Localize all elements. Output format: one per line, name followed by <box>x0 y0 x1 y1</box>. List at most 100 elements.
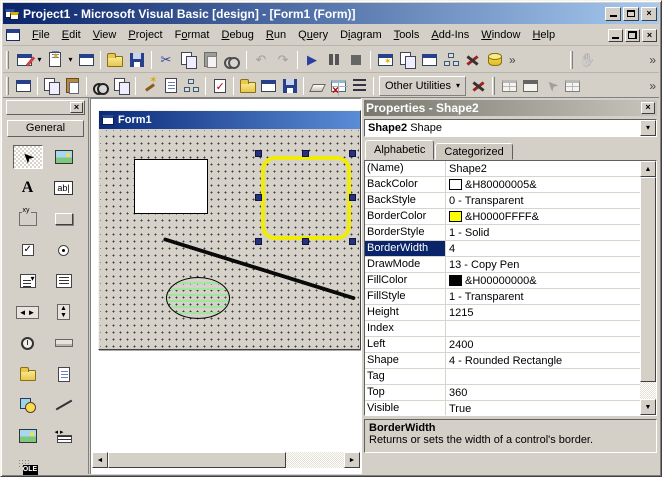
menu-query[interactable]: Query <box>292 26 334 44</box>
menu-debug[interactable]: Debug <box>215 26 259 44</box>
data-view-button[interactable] <box>484 49 506 71</box>
toolbar-grip[interactable] <box>6 77 9 95</box>
form-layout-button[interactable] <box>418 49 440 71</box>
add-form-dropdown[interactable]: ▾ <box>66 49 75 71</box>
tool-commandbutton[interactable] <box>49 207 79 231</box>
tool-vscrollbar[interactable]: ▲▼ <box>49 300 79 324</box>
hscroll-track[interactable] <box>286 452 344 468</box>
mdi-restore-button[interactable] <box>625 29 640 42</box>
tool-image[interactable] <box>13 424 43 448</box>
tool-shape[interactable] <box>13 393 43 417</box>
save-project-button[interactable] <box>126 49 148 71</box>
properties-vscrollbar[interactable]: ▲ ▼ <box>640 161 656 415</box>
end-button[interactable] <box>345 49 367 71</box>
text-form-icon[interactable] <box>258 76 279 96</box>
minimize-button[interactable] <box>605 7 621 21</box>
property-row-fillcolor[interactable]: FillColor&H00000000& <box>365 273 640 289</box>
paste-button[interactable] <box>199 49 221 71</box>
other-utilities-button[interactable]: Other Utilities▾ <box>379 76 466 96</box>
redo-button[interactable]: ↷ <box>272 49 294 71</box>
property-row-shape[interactable]: Shape4 - Rounded Rectangle <box>365 353 640 369</box>
selection-handle-sw[interactable] <box>255 238 262 245</box>
utility-tools-icon[interactable] <box>468 76 489 96</box>
shape3-ellipse[interactable] <box>166 277 230 319</box>
toolbar-overflow-chevron[interactable]: » <box>646 79 659 93</box>
selection-handle-n[interactable] <box>302 150 309 157</box>
undo-button[interactable]: ↶ <box>250 49 272 71</box>
tool-line[interactable] <box>49 393 79 417</box>
menu-diagram[interactable]: Diagram <box>334 26 388 44</box>
add-project-dropdown[interactable]: ▾ <box>35 49 44 71</box>
menu-tools[interactable]: Tools <box>388 26 426 44</box>
break-button[interactable] <box>323 49 345 71</box>
select-pointer-icon[interactable]: ➤ <box>541 76 562 96</box>
shape2-selection[interactable] <box>255 150 356 245</box>
tool-listbox[interactable] <box>49 269 79 293</box>
find-binoculars-icon[interactable] <box>90 76 111 96</box>
select-table-icon[interactable] <box>562 76 583 96</box>
property-row-fillstyle[interactable]: FillStyle1 - Transparent <box>365 289 640 305</box>
save-icon[interactable] <box>279 76 300 96</box>
properties-titlebar[interactable]: Properties - Shape2 × <box>364 100 657 116</box>
folder-icon[interactable] <box>237 76 258 96</box>
eraser-icon[interactable] <box>307 76 328 96</box>
table-new-icon[interactable] <box>520 76 541 96</box>
properties-close-button[interactable]: × <box>641 102 655 114</box>
shape2-rounded-rectangle[interactable] <box>261 156 351 240</box>
tool-checkbox[interactable] <box>13 238 43 262</box>
hscroll-right-arrow[interactable]: ► <box>344 452 360 468</box>
property-row-height[interactable]: Height1215 <box>365 305 640 321</box>
pan-hand-button[interactable]: ✋ <box>577 49 599 71</box>
toolbar-overflow-chevron[interactable]: » <box>506 53 519 67</box>
shape1-rectangle[interactable] <box>134 159 208 214</box>
form1-titlebar[interactable]: Form1 <box>99 111 360 129</box>
tool-dirlistbox[interactable] <box>13 362 43 386</box>
tool-combobox[interactable] <box>13 269 43 293</box>
properties-window-button[interactable] <box>396 49 418 71</box>
form1-window[interactable]: Form1 <box>98 110 361 350</box>
tool-pointer[interactable]: ➤ <box>13 145 43 169</box>
add-form-button[interactable] <box>44 49 66 71</box>
selection-handle-se[interactable] <box>349 238 356 245</box>
toolbox-titlebar[interactable]: × <box>6 100 85 115</box>
toolbar-grip[interactable] <box>492 77 495 95</box>
property-row-backcolor[interactable]: BackColor&H80000005& <box>365 177 640 193</box>
tool-hscrollbar[interactable]: ◄► <box>13 300 43 324</box>
mdi-child-icon[interactable] <box>6 29 20 41</box>
tool-data[interactable] <box>49 424 79 448</box>
tool-label[interactable]: A <box>13 176 43 200</box>
wand-icon[interactable] <box>139 76 160 96</box>
property-row-visible[interactable]: VisibleTrue <box>365 401 640 416</box>
tool-optionbutton[interactable] <box>49 238 79 262</box>
property-row-borderwidth[interactable]: BorderWidth4 <box>365 241 640 257</box>
form1-client-grid[interactable] <box>100 130 359 348</box>
property-row-tag[interactable]: Tag <box>365 369 640 385</box>
properties-sheet-icon[interactable] <box>13 76 34 96</box>
selection-handle-s[interactable] <box>302 238 309 245</box>
tool-filelistbox[interactable] <box>49 362 79 386</box>
vscroll-down-arrow[interactable]: ▼ <box>640 399 656 415</box>
menu-view[interactable]: View <box>87 26 123 44</box>
designer-hscrollbar[interactable]: ◄ ► <box>92 452 360 468</box>
toolbar-overflow-chevron[interactable]: » <box>646 53 659 67</box>
toolbox-tab-general[interactable]: General <box>7 120 84 137</box>
selection-handle-nw[interactable] <box>255 150 262 157</box>
script-page-icon[interactable] <box>160 76 181 96</box>
tool-frame[interactable] <box>13 207 43 231</box>
menu-project[interactable]: Project <box>122 26 168 44</box>
checklist-icon[interactable] <box>209 76 230 96</box>
menu-file[interactable]: File <box>26 26 56 44</box>
property-row-borderstyle[interactable]: BorderStyle1 - Solid <box>365 225 640 241</box>
object-selector-dropdown[interactable]: ▾ <box>640 120 656 136</box>
title-bar[interactable]: Project1 - Microsoft Visual Basic [desig… <box>3 3 659 24</box>
start-button[interactable]: ▶ <box>301 49 323 71</box>
maximize-button[interactable] <box>623 7 639 21</box>
object-browser-button[interactable] <box>440 49 462 71</box>
hscroll-thumb[interactable] <box>108 452 286 468</box>
tab-categorized[interactable]: Categorized <box>435 143 512 160</box>
copy-button[interactable] <box>177 49 199 71</box>
menu-editor-button[interactable] <box>75 49 97 71</box>
property-row-backstyle[interactable]: BackStyle0 - Transparent <box>365 193 640 209</box>
copy-cells-icon[interactable] <box>41 76 62 96</box>
find-button[interactable] <box>221 49 243 71</box>
